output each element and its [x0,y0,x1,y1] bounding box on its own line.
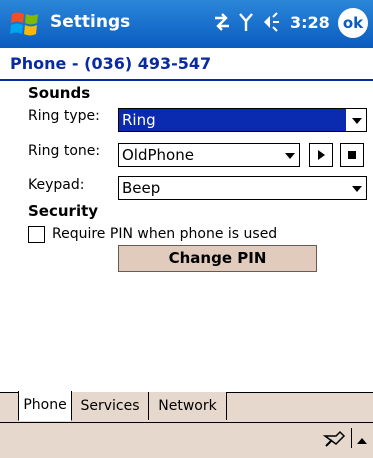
title-bar: Settings 3:28 ok [0,0,373,48]
page-header: Phone - (036) 493-547 [0,48,373,79]
ring-type-label: Ring type: [28,108,100,124]
tab-phone[interactable]: Phone [18,391,72,421]
ring-tone-dropdown[interactable]: OldPhone [118,143,300,167]
page-title: Phone - (036) 493-547 [10,54,212,73]
chevron-down-icon[interactable] [352,186,362,192]
keypad-value: Beep [122,179,161,197]
app-title: Settings [50,12,131,32]
play-icon [318,150,325,160]
ring-tone-value: OldPhone [122,146,194,164]
ok-button[interactable]: ok [338,8,368,38]
require-pin-checkbox[interactable] [28,226,45,243]
menu-bar [0,422,373,458]
ring-type-value: Ring [119,109,346,131]
menu-divider [0,422,373,423]
menu-separator [351,428,352,448]
ring-tone-label: Ring tone: [28,143,101,159]
tab-services[interactable]: Services [72,392,149,420]
windows-start-icon[interactable] [10,10,40,38]
chevron-down-icon[interactable] [352,118,362,124]
stop-icon [348,151,356,159]
connectivity-icon[interactable] [212,11,232,37]
tab-divider [227,392,373,393]
change-pin-button[interactable]: Change PIN [118,245,317,272]
keypad-label: Keypad: [28,177,85,193]
header-divider [0,79,373,81]
keypad-dropdown[interactable]: Beep [118,176,367,200]
play-button[interactable] [309,143,333,167]
require-pin-label[interactable]: Require PIN when phone is used [52,226,277,242]
signal-icon[interactable] [238,11,254,37]
stop-button[interactable] [340,143,364,167]
chevron-down-icon[interactable] [285,153,295,159]
ring-type-dropdown[interactable]: Ring [118,108,367,132]
sounds-heading: Sounds [28,84,91,102]
tab-divider-left [0,392,18,393]
clock[interactable]: 3:28 [290,13,330,32]
input-panel-icon[interactable] [322,428,350,454]
security-heading: Security [28,202,99,220]
input-arrow-icon[interactable] [356,432,368,451]
volume-icon[interactable] [262,11,282,37]
tab-bar: Phone Services Network [0,391,373,422]
tab-network[interactable]: Network [149,392,227,420]
